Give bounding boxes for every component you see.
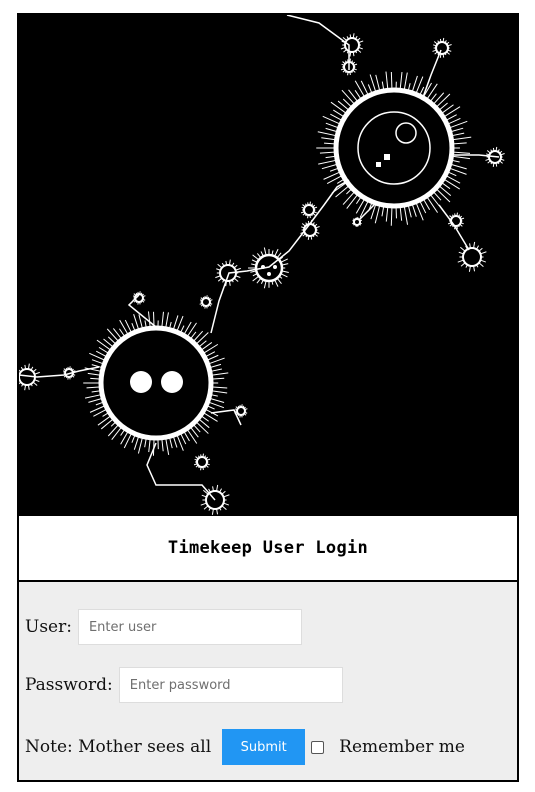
page-header: Timekeep User Login xyxy=(19,516,517,582)
actions-row: Note: Mother sees all Submit Remember me xyxy=(25,729,465,765)
password-row: Password: xyxy=(25,667,343,703)
user-row: User: xyxy=(25,609,302,645)
user-label: User: xyxy=(25,617,72,637)
fractal-graphic xyxy=(19,15,505,515)
user-input[interactable] xyxy=(77,609,302,645)
fractal-banner-image xyxy=(19,15,517,516)
note-text: Note: Mother sees all xyxy=(25,737,212,757)
page-title: Timekeep User Login xyxy=(167,538,369,558)
password-input[interactable] xyxy=(118,667,343,703)
password-label: Password: xyxy=(25,675,113,695)
login-panel: Timekeep User Login User: Password: Note… xyxy=(17,13,519,782)
remember-me-label: Remember me xyxy=(339,737,465,757)
login-form: User: Password: Note: Mother sees all Su… xyxy=(19,582,517,780)
remember-me-checkbox[interactable] xyxy=(311,740,325,754)
submit-button[interactable]: Submit xyxy=(222,729,306,765)
